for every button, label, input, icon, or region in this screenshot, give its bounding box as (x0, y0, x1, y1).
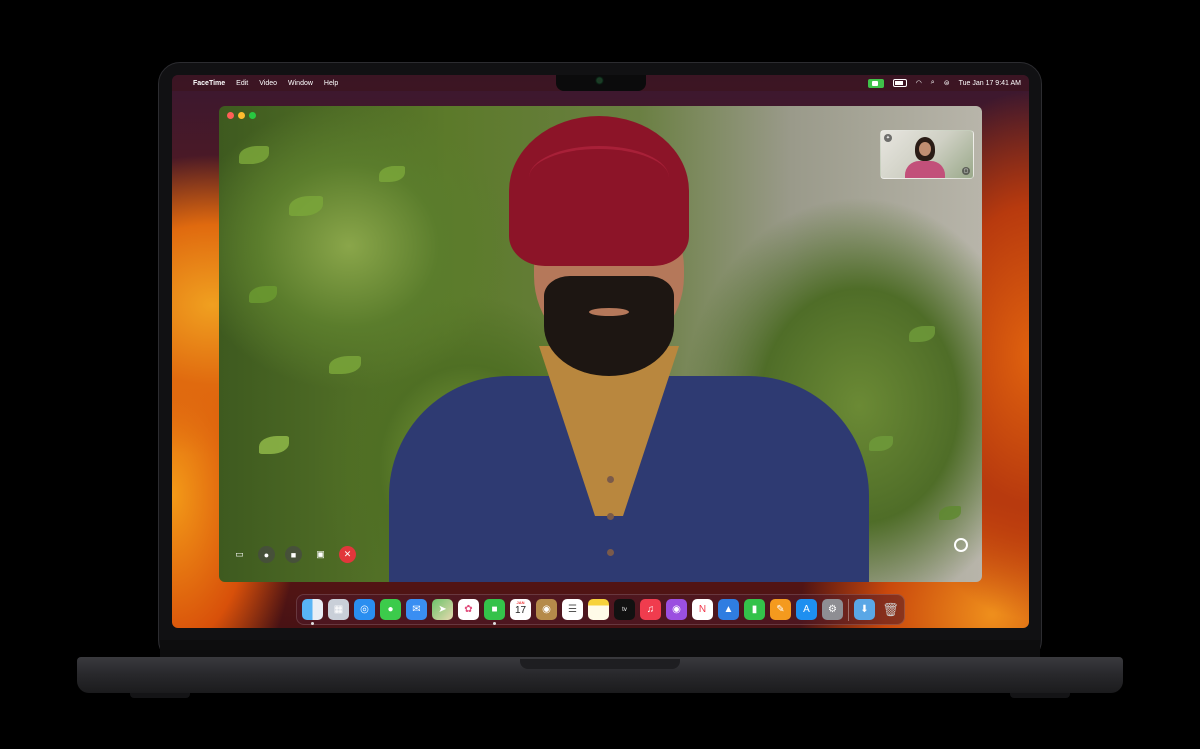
menubar-clock[interactable]: Tue Jan 17 9:41 AM (959, 80, 1021, 87)
music-icon[interactable]: ♫ (640, 599, 661, 620)
reminders-icon[interactable]: ☰ (562, 599, 583, 620)
mail-icon[interactable]: ✉ (406, 599, 427, 620)
microphone-icon[interactable]: ● (258, 546, 275, 563)
video-camera-icon[interactable]: ■ (285, 546, 302, 563)
downloads-folder-icon[interactable]: ⬇ (854, 599, 875, 620)
call-controls: ▭ ● ■ ▣ ✕ (231, 546, 356, 563)
maps-icon[interactable]: ➤ (432, 599, 453, 620)
facetime-window: ✦ ▢ ▭ ● ■ ▣ ✕ (219, 106, 982, 582)
laptop-hinge (160, 640, 1040, 657)
window-controls (227, 112, 256, 119)
menu-help[interactable]: Help (324, 80, 338, 87)
screen: FaceTime Edit Video Window Help ◠ ⌕ ⊜ Tu… (172, 75, 1029, 628)
sidebar-icon[interactable]: ▭ (231, 546, 248, 563)
cardigan-buttons (607, 476, 615, 556)
app-menu[interactable]: FaceTime (193, 80, 225, 87)
photos-icon[interactable]: ✿ (458, 599, 479, 620)
laptop-foot (130, 693, 190, 698)
menu-video[interactable]: Video (259, 80, 277, 87)
minimize-window-icon[interactable] (238, 112, 245, 119)
pages-icon[interactable]: ✎ (770, 599, 791, 620)
system-settings-icon[interactable]: ⚙ (822, 599, 843, 620)
foliage (329, 356, 361, 374)
turban (509, 116, 689, 266)
self-shoulders (905, 161, 945, 178)
foliage (239, 146, 269, 164)
end-call-icon[interactable]: ✕ (339, 546, 356, 563)
battery-icon[interactable] (892, 79, 907, 87)
menu-edit[interactable]: Edit (236, 80, 248, 87)
self-face (919, 142, 931, 156)
keynote-icon[interactable]: ▲ (718, 599, 739, 620)
lid-notch (520, 659, 680, 669)
mouth (589, 308, 629, 316)
trash-icon[interactable]: 🗑 (880, 599, 901, 620)
menu-window[interactable]: Window (288, 80, 313, 87)
contacts-icon[interactable]: ◉ (536, 599, 557, 620)
effects-icon[interactable]: ✦ (884, 134, 892, 142)
foliage (289, 196, 323, 216)
messages-icon[interactable]: ● (380, 599, 401, 620)
dock: ▦ ◎ ● ✉ ➤ ✿ ■ JAN 17 ◉ ☰ tv ♫ ◉ N ▲ ▮ ✎ … (296, 594, 905, 625)
zoom-window-icon[interactable] (249, 112, 256, 119)
laptop-foot (1010, 693, 1070, 698)
dock-separator (848, 598, 849, 621)
beard (544, 276, 674, 376)
screen-share-icon[interactable]: ▣ (312, 546, 329, 563)
control-center-icon[interactable]: ⊜ (944, 79, 950, 87)
wifi-icon[interactable]: ◠ (916, 79, 922, 87)
app-store-icon[interactable]: A (796, 599, 817, 620)
calendar-day: 17 (514, 605, 527, 616)
notes-icon[interactable] (588, 599, 609, 620)
spotlight-search-icon[interactable]: ⌕ (931, 79, 935, 87)
launchpad-icon[interactable]: ▦ (328, 599, 349, 620)
finder-icon[interactable] (302, 599, 323, 625)
foliage (939, 506, 961, 520)
safari-icon[interactable]: ◎ (354, 599, 375, 620)
self-view-tile[interactable]: ✦ ▢ (880, 130, 974, 179)
camera-flip-icon[interactable]: ▢ (962, 167, 970, 175)
foliage (259, 436, 289, 454)
camera-notch (556, 75, 646, 91)
live-photo-shutter-icon[interactable] (954, 538, 968, 552)
webcam-icon (597, 78, 602, 83)
podcasts-icon[interactable]: ◉ (666, 599, 687, 620)
close-window-icon[interactable] (227, 112, 234, 119)
camera-in-use-icon[interactable] (867, 78, 884, 88)
news-icon[interactable]: N (692, 599, 713, 620)
foliage (249, 286, 277, 303)
foliage (909, 326, 935, 342)
remote-participant-video (369, 116, 889, 582)
tv-label: tv (622, 606, 627, 613)
numbers-icon[interactable]: ▮ (744, 599, 765, 620)
tv-icon[interactable]: tv (614, 599, 635, 620)
facetime-icon[interactable]: ■ (484, 599, 505, 625)
calendar-icon[interactable]: JAN 17 (510, 599, 531, 620)
